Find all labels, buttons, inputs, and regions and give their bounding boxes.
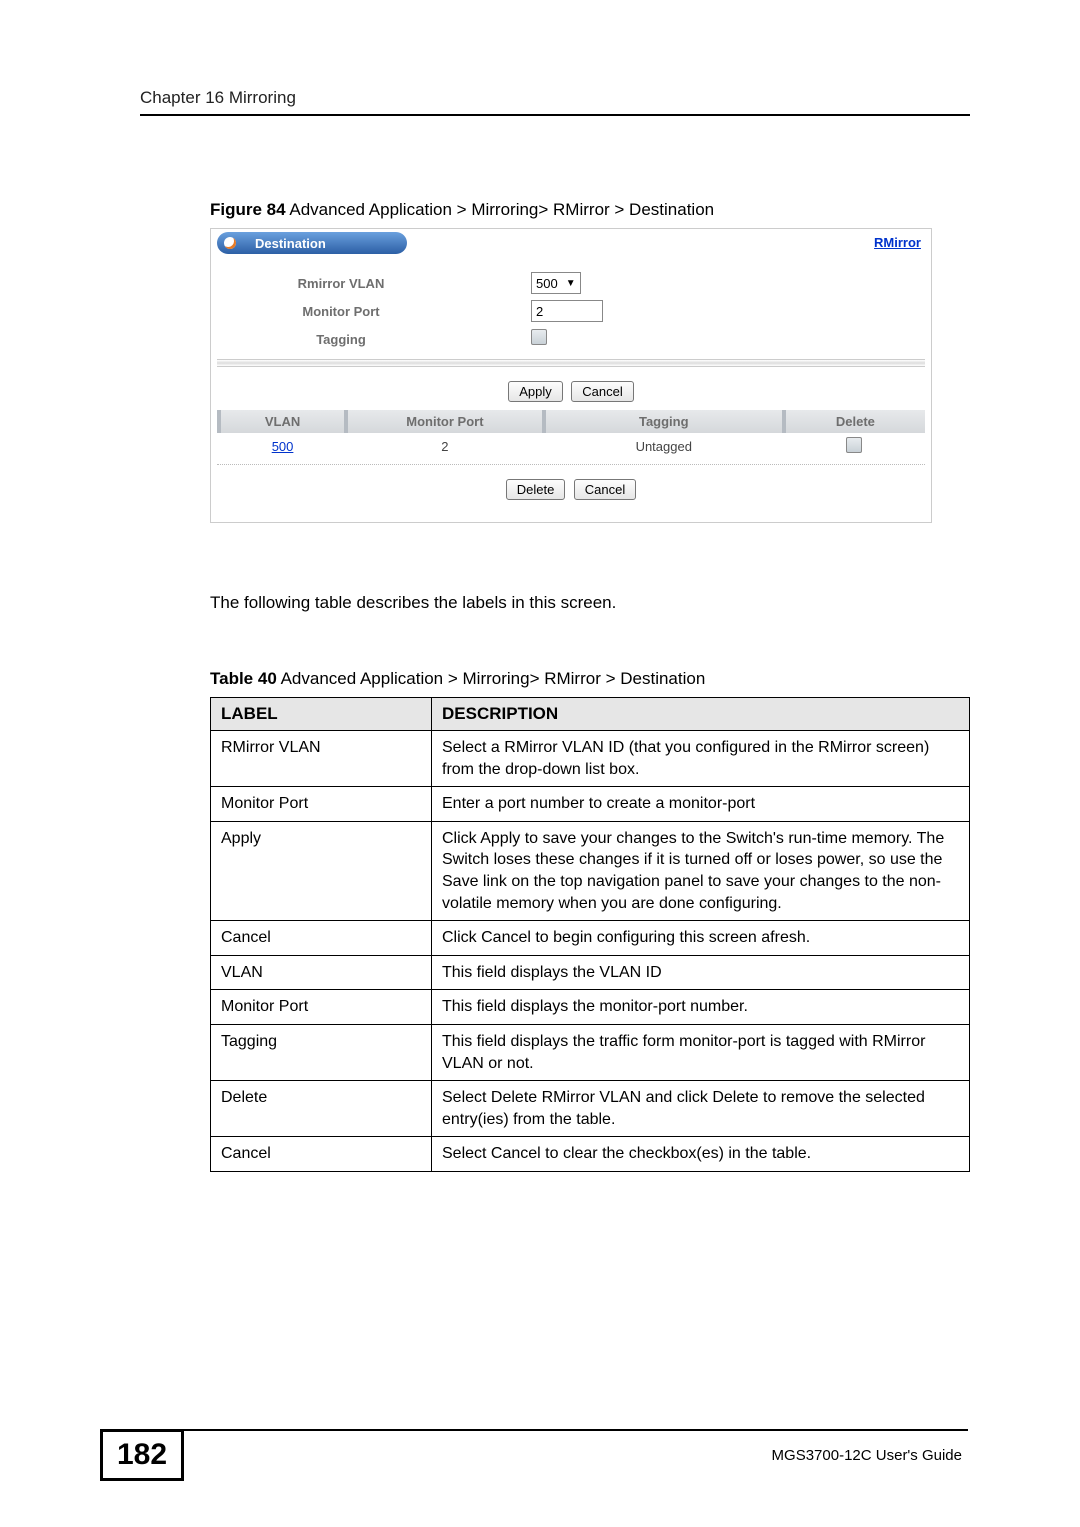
figure-label-text: Advanced Application > Mirroring> RMirro… bbox=[286, 200, 715, 219]
desc-header-label: LABEL bbox=[211, 698, 432, 731]
desc-row: TaggingThis field displays the traffic f… bbox=[211, 1024, 970, 1080]
desc-header-desc: DESCRIPTION bbox=[432, 698, 970, 731]
orb-icon bbox=[217, 232, 243, 254]
col-delete: Delete bbox=[784, 410, 925, 433]
divider bbox=[217, 359, 925, 367]
desc-row: ApplyClick Apply to save your changes to… bbox=[211, 821, 970, 920]
apply-button[interactable]: Apply bbox=[508, 381, 563, 402]
monitor-port-label: Monitor Port bbox=[211, 304, 471, 319]
figure-caption: Figure 84 Advanced Application > Mirrori… bbox=[210, 200, 970, 220]
rmirror-vlan-value: 500 bbox=[536, 276, 558, 291]
row-delete-checkbox[interactable] bbox=[846, 437, 862, 453]
desc-row: Monitor PortThis field displays the moni… bbox=[211, 990, 970, 1025]
chapter-header: Chapter 16 Mirroring bbox=[140, 88, 970, 116]
desc-row: CancelClick Cancel to begin configuring … bbox=[211, 921, 970, 956]
table-label-number: Table 40 bbox=[210, 669, 277, 688]
table-caption: Table 40 Advanced Application > Mirrorin… bbox=[210, 669, 970, 689]
table-label-text: Advanced Application > Mirroring> RMirro… bbox=[277, 669, 706, 688]
delete-button[interactable]: Delete bbox=[506, 479, 566, 500]
rmirror-vlan-select[interactable]: 500 ▼ bbox=[531, 272, 581, 294]
row-vlan-link[interactable]: 500 bbox=[272, 439, 294, 454]
cancel-button-2[interactable]: Cancel bbox=[574, 479, 636, 500]
col-monitor-port: Monitor Port bbox=[346, 410, 544, 433]
entries-table: VLAN Monitor Port Tagging Delete 500 2 U… bbox=[217, 410, 925, 460]
rmirror-link[interactable]: RMirror bbox=[874, 235, 921, 250]
desc-row: CancelSelect Cancel to clear the checkbo… bbox=[211, 1137, 970, 1172]
desc-row: RMirror VLANSelect a RMirror VLAN ID (th… bbox=[211, 731, 970, 787]
description-table: LABEL DESCRIPTION RMirror VLANSelect a R… bbox=[210, 697, 970, 1172]
row-tagging: Untagged bbox=[544, 433, 784, 460]
panel-title: Destination bbox=[243, 232, 407, 254]
chevron-down-icon: ▼ bbox=[566, 278, 576, 289]
desc-row: DeleteSelect Delete RMirror VLAN and cli… bbox=[211, 1081, 970, 1137]
col-tagging: Tagging bbox=[544, 410, 784, 433]
table-row: 500 2 Untagged bbox=[219, 433, 925, 460]
desc-row: VLANThis field displays the VLAN ID bbox=[211, 955, 970, 990]
intro-text: The following table describes the labels… bbox=[210, 593, 970, 613]
dotted-divider bbox=[217, 460, 925, 465]
monitor-port-input[interactable] bbox=[531, 300, 603, 322]
panel-title-pill: Destination bbox=[217, 232, 407, 254]
tagging-label: Tagging bbox=[211, 332, 471, 347]
destination-panel: Destination RMirror Rmirror VLAN 500 ▼ M… bbox=[210, 228, 932, 523]
desc-row: Monitor PortEnter a port number to creat… bbox=[211, 787, 970, 822]
guide-title: MGS3700-12C User's Guide bbox=[772, 1447, 962, 1464]
page-number: 182 bbox=[100, 1429, 184, 1481]
row-monitor-port: 2 bbox=[346, 433, 544, 460]
figure-label-number: Figure 84 bbox=[210, 200, 286, 219]
panel-titlebar: Destination RMirror bbox=[211, 229, 931, 261]
col-vlan: VLAN bbox=[219, 410, 346, 433]
rmirror-vlan-label: Rmirror VLAN bbox=[211, 276, 471, 291]
tagging-checkbox[interactable] bbox=[531, 329, 547, 345]
cancel-button[interactable]: Cancel bbox=[571, 381, 633, 402]
